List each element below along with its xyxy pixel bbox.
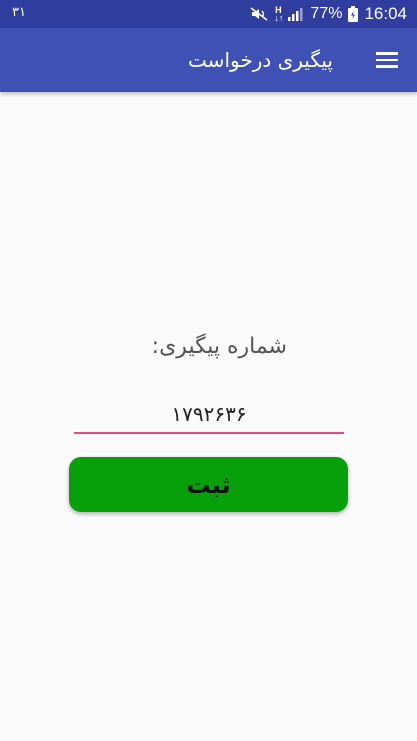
signal-icon bbox=[288, 7, 304, 21]
tracking-number-label: شماره پیگیری: bbox=[151, 334, 287, 359]
submit-button[interactable]: ثبت bbox=[69, 457, 348, 512]
network-type-label: H bbox=[275, 5, 282, 15]
clock: 16:04 bbox=[364, 4, 407, 23]
status-right-group: H ↓↑ 77% 16:04 bbox=[250, 0, 407, 28]
mute-icon bbox=[250, 7, 268, 21]
menu-line bbox=[376, 52, 398, 55]
tracking-number-input[interactable] bbox=[74, 396, 344, 434]
menu-line bbox=[376, 58, 398, 62]
menu-icon[interactable] bbox=[373, 46, 401, 74]
app-bar: پیگیری درخواست bbox=[0, 28, 417, 92]
status-bar: ۳۱ H ↓↑ 77% 16:04 bbox=[0, 0, 417, 28]
page-title: پیگیری درخواست bbox=[188, 48, 333, 72]
menu-line bbox=[376, 65, 398, 68]
battery-percent: 77% bbox=[310, 5, 343, 22]
network-type-icon: H ↓↑ bbox=[274, 5, 284, 23]
notification-badge: ۳۱ bbox=[12, 5, 26, 20]
battery-icon bbox=[348, 6, 359, 22]
